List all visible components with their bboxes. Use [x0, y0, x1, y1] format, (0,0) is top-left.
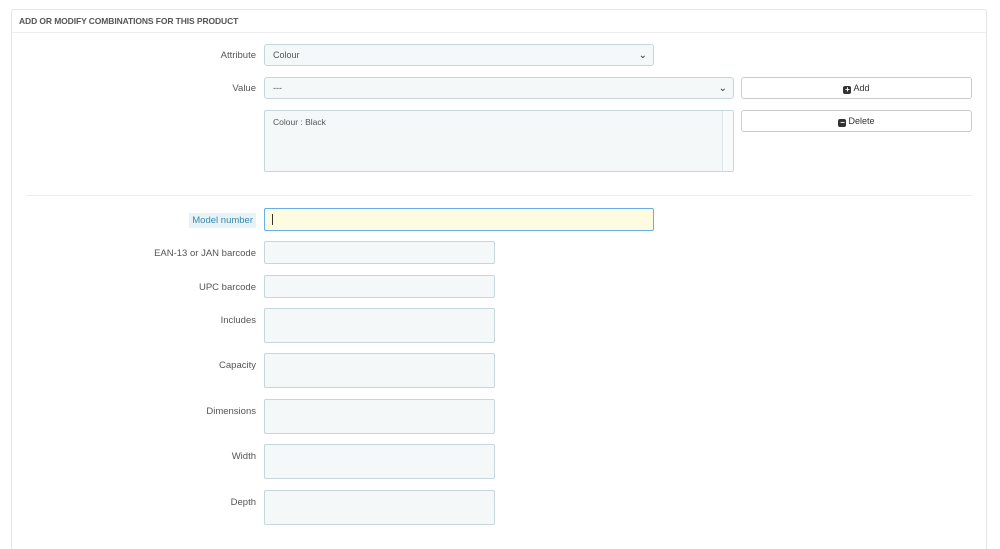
attribute-select[interactable]: Colour ⌄	[264, 44, 654, 66]
includes-label: Includes	[220, 315, 256, 326]
depth-label: Depth	[230, 497, 256, 508]
minus-square-icon: −	[838, 118, 847, 127]
width-input[interactable]	[264, 444, 495, 479]
depth-input[interactable]	[264, 490, 495, 525]
capacity-label: Capacity	[219, 360, 256, 371]
dimensions-input[interactable]	[264, 399, 495, 434]
add-button[interactable]: + Add	[741, 77, 972, 99]
includes-input[interactable]	[264, 308, 495, 343]
list-scrollbar[interactable]	[722, 111, 733, 171]
attribute-label: Attribute	[220, 50, 256, 61]
add-button-label: Add	[853, 83, 870, 93]
value-label: Value	[232, 83, 256, 94]
plus-square-icon: +	[843, 85, 852, 94]
upc-input[interactable]	[264, 275, 495, 298]
list-item[interactable]: Colour : Black	[273, 117, 725, 127]
chevron-down-icon: ⌄	[638, 50, 647, 61]
attribute-select-value: Colour	[273, 50, 300, 60]
value-select-value: ---	[273, 83, 282, 93]
dimensions-label: Dimensions	[206, 406, 256, 417]
ean13-input[interactable]	[264, 241, 495, 264]
chevron-down-icon: ⌄	[718, 83, 727, 94]
model-number-label-text: Model number	[189, 213, 256, 228]
model-number-input[interactable]	[264, 208, 654, 231]
combinations-list[interactable]: Colour : Black	[264, 110, 734, 172]
width-label: Width	[231, 451, 256, 462]
section-divider	[26, 195, 972, 196]
ean13-label: EAN-13 or JAN barcode	[154, 248, 256, 259]
value-select[interactable]: --- ⌄	[264, 77, 734, 99]
model-number-label: Model number	[16, 213, 256, 228]
text-caret	[272, 214, 273, 225]
upc-label: UPC barcode	[198, 282, 256, 293]
capacity-input[interactable]	[264, 353, 495, 388]
panel-title: ADD OR MODIFY COMBINATIONS FOR THIS PROD…	[12, 10, 986, 33]
delete-button-label: Delete	[848, 116, 875, 126]
delete-button[interactable]: − Delete	[741, 110, 972, 132]
